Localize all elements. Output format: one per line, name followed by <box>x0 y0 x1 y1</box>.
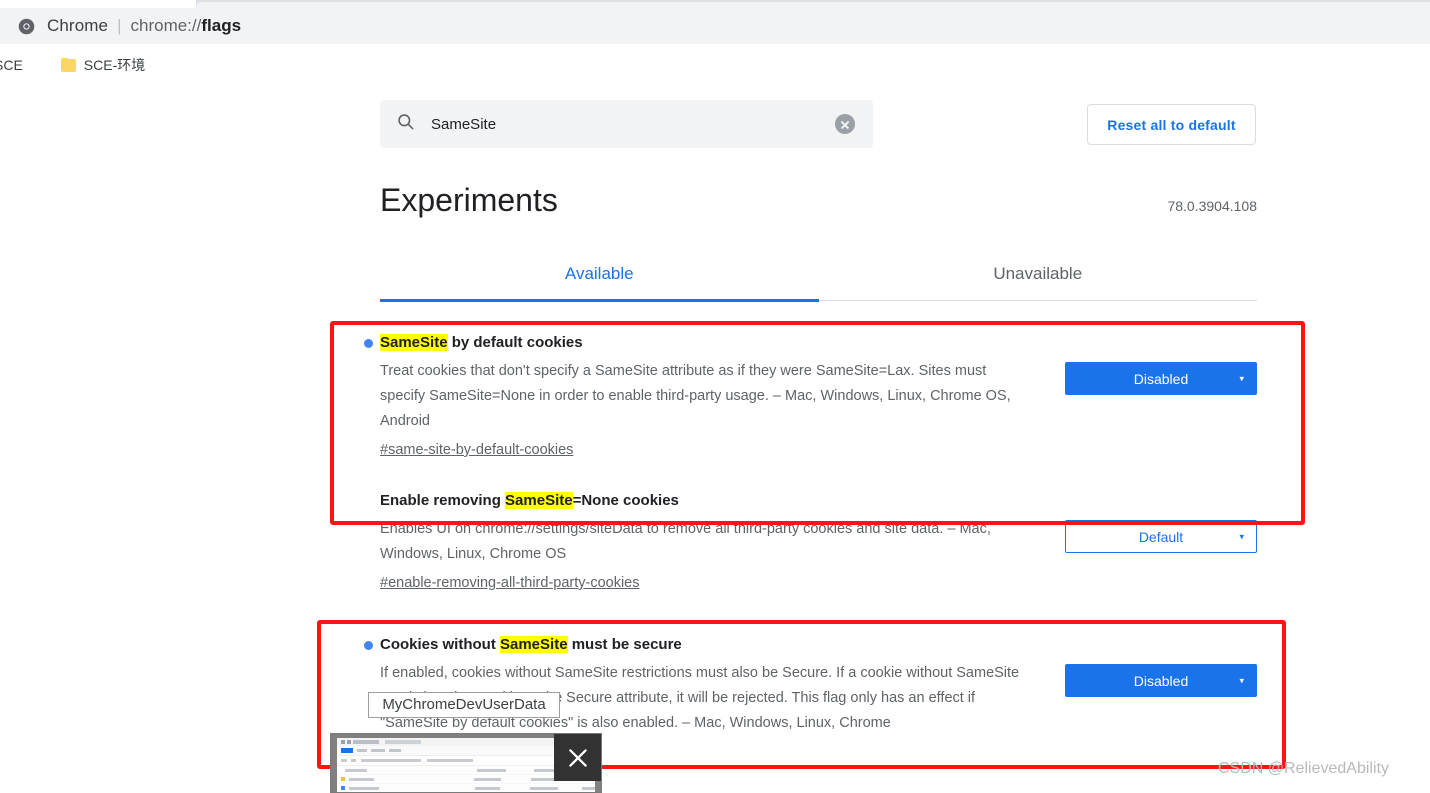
omnibox-url-scheme: chrome:// <box>130 16 202 35</box>
experiment-title: Enable removing SameSite=None cookies <box>380 492 1040 509</box>
search-box[interactable] <box>380 99 873 149</box>
experiment-title-post: must be secure <box>567 636 682 653</box>
omnibox-bar: Chrome | chrome://flags <box>0 8 1430 44</box>
select-value: Disabled <box>1133 370 1189 387</box>
bookmark-label: SCE-环境 <box>83 57 146 73</box>
experiment-state-select[interactable]: Default ▾ <box>1065 520 1257 553</box>
csdn-watermark: CSDN @RelievedAbility <box>1218 760 1389 777</box>
experiment-title-post: =None cookies <box>572 492 679 509</box>
experiment-text: Cookies without SameSite must be secure … <box>364 636 1040 736</box>
experiment-description: Enables UI on chrome://settings/siteData… <box>380 521 991 562</box>
reset-all-to-default-button[interactable]: Reset all to default <box>1087 104 1256 145</box>
omnibox-app-label: Chrome <box>47 16 109 35</box>
bookmarks-bar: SCE SCE-环境 <box>0 44 1430 87</box>
experiment-status-dot <box>364 339 373 348</box>
omnibox-separator: | <box>117 16 122 35</box>
tab-available[interactable]: Available <box>380 250 819 302</box>
bookmark-label: SCE <box>0 57 23 73</box>
experiment-permalink[interactable]: #enable-removing-all-third-party-cookies <box>380 575 640 591</box>
page-title: Experiments <box>380 182 558 218</box>
chevron-down-icon: ▾ <box>1239 531 1244 541</box>
experiment-title-highlight: SameSite <box>500 636 568 653</box>
close-icon[interactable] <box>554 734 601 781</box>
experiment-control: Default ▾ <box>1065 492 1257 553</box>
experiment-row: SameSite by default cookies Treat cookie… <box>364 334 1257 492</box>
omnibox-url-page: flags <box>201 16 242 35</box>
file-explorer-screenshot-thumbnail[interactable] <box>330 733 602 793</box>
experiment-row: Enable removing SameSite=None cookies En… <box>380 492 1257 613</box>
bookmark-item-sce[interactable]: SCE <box>0 53 31 77</box>
tab-strip <box>0 0 1430 8</box>
search-input[interactable] <box>429 99 835 149</box>
experiment-title-post: by default cookies <box>447 334 583 351</box>
omnibox[interactable]: Chrome | chrome://flags <box>4 10 1384 42</box>
experiment-title-highlight: SameSite <box>505 492 573 509</box>
flags-page: Experiments 78.0.3904.108 Available Unav… <box>0 162 1430 791</box>
chevron-down-icon: ▾ <box>1239 675 1244 685</box>
experiment-title-highlight: SameSite <box>380 334 448 351</box>
select-value: Disabled <box>1133 672 1189 689</box>
bookmark-item-sce-env[interactable]: SCE-环境 <box>53 51 153 79</box>
experiment-text: Enable removing SameSite=None cookies En… <box>380 492 1040 592</box>
select-value: Default <box>1138 528 1184 545</box>
experiment-control: Disabled ▾ <box>1065 636 1257 697</box>
user-data-dir-label: MyChromeDevUserData <box>368 692 560 718</box>
experiment-permalink[interactable]: #same-site-by-default-cookies <box>380 442 573 458</box>
experiment-status-dot <box>364 641 373 650</box>
page-title-row: Experiments 78.0.3904.108 <box>380 182 1257 219</box>
flags-tabs: Available Unavailable <box>380 250 1258 302</box>
chrome-logo-icon <box>18 18 35 35</box>
omnibox-url: chrome://flags <box>131 16 242 36</box>
experiment-title-pre: Cookies without <box>380 636 500 653</box>
experiment-title: Cookies without SameSite must be secure <box>364 636 1040 653</box>
experiment-description: Treat cookies that don't specify a SameS… <box>380 363 1011 429</box>
browser-tab[interactable] <box>196 0 1430 8</box>
experiment-title-pre: Enable removing <box>380 492 506 509</box>
experiment-text: SameSite by default cookies Treat cookie… <box>364 334 1040 459</box>
experiment-title: SameSite by default cookies <box>364 334 1040 351</box>
clear-search-icon[interactable] <box>835 114 855 134</box>
experiment-control: Disabled ▾ <box>1065 334 1257 395</box>
experiment-state-select[interactable]: Disabled ▾ <box>1065 664 1257 697</box>
folder-icon <box>60 58 77 72</box>
chevron-down-icon: ▾ <box>1239 373 1244 383</box>
tab-unavailable[interactable]: Unavailable <box>819 250 1258 300</box>
experiment-state-select[interactable]: Disabled ▾ <box>1065 362 1257 395</box>
search-icon <box>396 112 415 136</box>
chrome-version: 78.0.3904.108 <box>1167 198 1257 214</box>
